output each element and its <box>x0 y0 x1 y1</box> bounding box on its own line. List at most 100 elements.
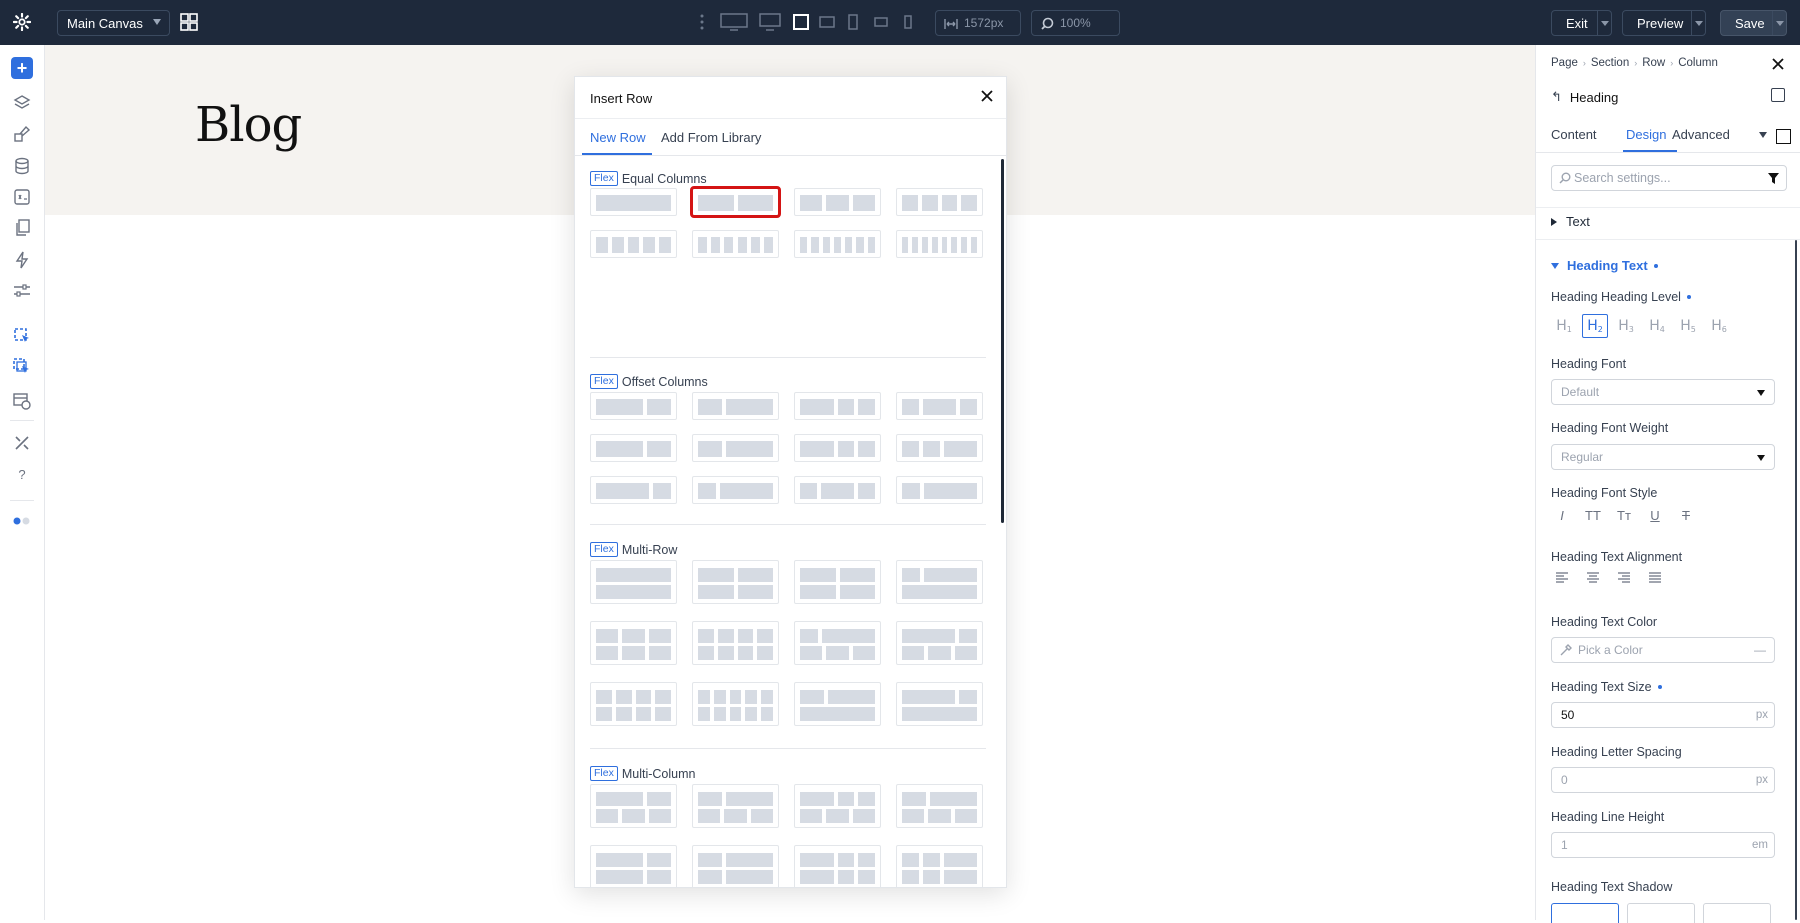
select-pointer-icon[interactable] <box>11 325 33 347</box>
row-layout-tile[interactable] <box>590 392 677 420</box>
element-presets-icon[interactable] <box>1771 88 1785 102</box>
row-layout-tile[interactable] <box>692 621 779 665</box>
sliders-icon[interactable] <box>11 280 33 302</box>
design-brush-icon[interactable] <box>11 123 33 145</box>
text-shadow-option[interactable] <box>1703 903 1771 923</box>
more-vertical-icon[interactable] <box>698 12 706 32</box>
preview-dropdown-toggle[interactable] <box>1691 11 1705 35</box>
heading-line-height-input[interactable]: 1 em <box>1551 832 1775 858</box>
database-icon[interactable] <box>11 155 33 177</box>
laptop-icon[interactable] <box>792 12 810 32</box>
row-layout-tile[interactable] <box>692 784 779 828</box>
row-layout-tile[interactable] <box>692 845 779 887</box>
row-layout-tile[interactable] <box>896 392 983 420</box>
row-layout-tile[interactable] <box>794 434 881 462</box>
row-layout-tile[interactable] <box>590 621 677 665</box>
back-arrow-icon[interactable]: ↰ <box>1551 89 1562 105</box>
lightning-icon[interactable] <box>11 249 33 271</box>
row-layout-tile[interactable] <box>590 476 677 504</box>
text-shadow-option[interactable] <box>1627 903 1695 923</box>
heading-level-h2[interactable]: H2 <box>1582 314 1608 338</box>
desktop-wide-icon[interactable] <box>720 12 748 32</box>
heading-text-color-input[interactable]: Pick a Color — <box>1551 637 1775 663</box>
row-layout-tile[interactable] <box>896 845 983 887</box>
close-icon[interactable] <box>1772 58 1786 72</box>
chevron-down-icon[interactable] <box>1759 132 1767 138</box>
canvas-width-field[interactable]: 1572px <box>935 10 1021 36</box>
breadcrumb-column[interactable]: Column <box>1678 57 1718 69</box>
row-layout-tile[interactable] <box>590 434 677 462</box>
tablet-portrait-icon[interactable] <box>846 12 860 32</box>
group-heading-text[interactable]: Heading Text <box>1551 258 1658 273</box>
row-layout-tile[interactable] <box>590 682 677 726</box>
modal-scrollbar[interactable] <box>1001 159 1004 523</box>
tab-design[interactable]: Design <box>1626 127 1666 142</box>
multi-select-pointer-icon[interactable] <box>11 356 33 378</box>
strikethrough-icon[interactable]: T <box>1675 508 1697 523</box>
tab-content[interactable]: Content <box>1551 127 1597 142</box>
heading-text-size-input[interactable]: 50 px <box>1551 702 1775 728</box>
canvas-selector[interactable]: Main Canvas <box>57 10 170 36</box>
tab-new-row[interactable]: New Row <box>590 130 646 145</box>
pages-copy-icon[interactable] <box>11 217 33 239</box>
row-layout-tile[interactable] <box>692 476 779 504</box>
heading-level-h1[interactable]: H1 <box>1551 314 1577 338</box>
row-layout-tile[interactable] <box>590 230 677 258</box>
save-dropdown-toggle[interactable] <box>1772 11 1786 35</box>
page-heading[interactable]: Blog <box>195 97 302 153</box>
row-layout-tile[interactable] <box>896 188 983 216</box>
panel-scrollbar[interactable] <box>1795 240 1797 920</box>
desktop-icon[interactable] <box>759 12 781 32</box>
unit-selector[interactable]: px <box>1756 709 1768 721</box>
row-layout-tile[interactable] <box>692 560 779 604</box>
heading-font-weight-select[interactable]: Regular <box>1551 444 1775 470</box>
underline-icon[interactable]: U <box>1644 508 1666 523</box>
align-left-icon[interactable] <box>1551 572 1573 584</box>
row-layout-tile[interactable] <box>896 476 983 504</box>
close-icon[interactable] <box>980 89 996 105</box>
text-shadow-option[interactable] <box>1551 903 1619 923</box>
exit-button[interactable]: Exit <box>1551 10 1612 36</box>
row-layout-tile[interactable] <box>590 845 677 887</box>
heading-level-h6[interactable]: H6 <box>1706 314 1732 338</box>
capitalize-icon[interactable]: Tт <box>1613 508 1635 523</box>
unit-selector[interactable]: px <box>1756 774 1768 786</box>
row-layout-tile[interactable] <box>692 230 779 258</box>
breadcrumb-page[interactable]: Page <box>1551 57 1578 69</box>
row-layout-tile[interactable] <box>896 560 983 604</box>
canvas-grid-icon[interactable] <box>180 13 198 31</box>
row-layout-tile[interactable] <box>692 434 779 462</box>
row-layout-tile[interactable] <box>794 392 881 420</box>
breadcrumb-section[interactable]: Section <box>1591 57 1629 69</box>
row-layout-tile[interactable] <box>590 560 677 604</box>
search-settings-input[interactable]: Search settings... <box>1551 165 1787 191</box>
align-justify-icon[interactable] <box>1644 572 1666 584</box>
heading-level-h3[interactable]: H3 <box>1613 314 1639 338</box>
heading-level-h5[interactable]: H5 <box>1675 314 1701 338</box>
tools-icon[interactable] <box>11 432 33 454</box>
row-layout-tile[interactable] <box>896 230 983 258</box>
heading-letter-spacing-input[interactable]: 0 px <box>1551 767 1775 793</box>
color-clear-dash[interactable]: — <box>1754 643 1766 657</box>
italic-icon[interactable]: I <box>1551 508 1573 523</box>
row-layout-tile[interactable] <box>690 186 781 218</box>
row-layout-tile[interactable] <box>896 682 983 726</box>
tab-advanced[interactable]: Advanced <box>1672 127 1730 142</box>
layout-history-icon[interactable] <box>11 390 33 412</box>
settings-gear-icon[interactable] <box>12 12 32 32</box>
filter-icon[interactable] <box>1768 173 1779 184</box>
tab-add-from-library[interactable]: Add From Library <box>661 130 761 145</box>
phone-icon[interactable] <box>902 12 914 32</box>
layers-icon[interactable] <box>11 92 33 114</box>
align-center-icon[interactable] <box>1582 572 1604 584</box>
row-layout-tile[interactable] <box>794 845 881 887</box>
phone-landscape-icon[interactable] <box>872 12 890 32</box>
row-layout-tile[interactable] <box>794 230 881 258</box>
add-plus-icon[interactable]: + <box>11 57 33 79</box>
align-right-icon[interactable] <box>1613 572 1635 584</box>
row-layout-tile[interactable] <box>896 434 983 462</box>
heading-font-select[interactable]: Default <box>1551 379 1775 405</box>
row-layout-tile[interactable] <box>590 784 677 828</box>
unit-selector[interactable]: em <box>1752 839 1768 851</box>
variables-icon[interactable] <box>11 186 33 208</box>
